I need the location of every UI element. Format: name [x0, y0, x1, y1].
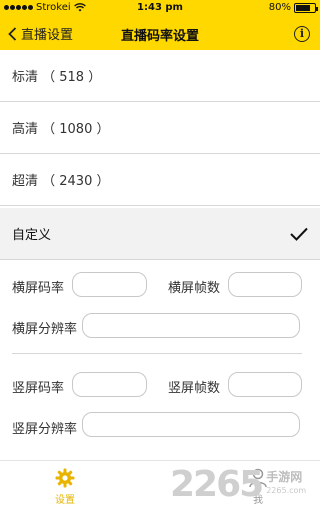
portrait-bitrate-input[interactable]: [72, 372, 147, 397]
landscape-resolution-label: 横屏分辨率: [12, 322, 78, 337]
preset-label: 高清 （ 1080 ）: [12, 122, 110, 137]
tab-bar: 设置 我: [0, 460, 320, 512]
preset-row-uhd[interactable]: 超清 （ 2430 ）: [0, 154, 320, 206]
preset-label: 超清 （ 2430 ）: [12, 174, 110, 189]
preset-label: 自定义: [12, 228, 52, 243]
portrait-fps-input[interactable]: [228, 372, 302, 397]
portrait-fps-label: 竖屏帧数: [168, 381, 221, 396]
battery-icon: [294, 2, 318, 13]
tab-me-label: 我: [253, 495, 263, 506]
preset-label: 标清 （ 518 ）: [12, 70, 102, 85]
portrait-resolution-input[interactable]: [82, 412, 300, 437]
portrait-resolution-label: 竖屏分辨率: [12, 422, 78, 437]
battery-percent: 80%: [268, 2, 291, 13]
section-divider: [12, 353, 302, 354]
tab-me[interactable]: 我: [228, 467, 288, 506]
info-icon[interactable]: i: [294, 26, 310, 42]
landscape-bitrate-input[interactable]: [72, 272, 147, 297]
status-right: 80%: [268, 2, 318, 13]
preset-row-custom[interactable]: 自定义: [0, 208, 320, 260]
landscape-fps-label: 横屏帧数: [168, 281, 221, 296]
preset-row-hd[interactable]: 高清 （ 1080 ）: [0, 102, 320, 154]
status-bar: Strokei 1:43 pm 80%: [0, 0, 320, 16]
landscape-resolution-input[interactable]: [82, 313, 300, 338]
portrait-bitrate-label: 竖屏码率: [12, 381, 65, 396]
landscape-bitrate-label: 横屏码率: [12, 281, 65, 296]
gear-icon: [55, 468, 75, 488]
page-title: 直播码率设置: [120, 29, 199, 44]
checkmark-icon: [290, 227, 308, 241]
nav-header: Strokei 1:43 pm 80% 直播设置 直播码率设置 i: [0, 0, 320, 50]
landscape-fps-input[interactable]: [228, 272, 302, 297]
preset-row-sd[interactable]: 标清 （ 518 ）: [0, 50, 320, 102]
tab-settings-label: 设置: [55, 495, 75, 506]
tab-settings[interactable]: 设置: [35, 467, 95, 506]
user-icon: [249, 468, 267, 488]
